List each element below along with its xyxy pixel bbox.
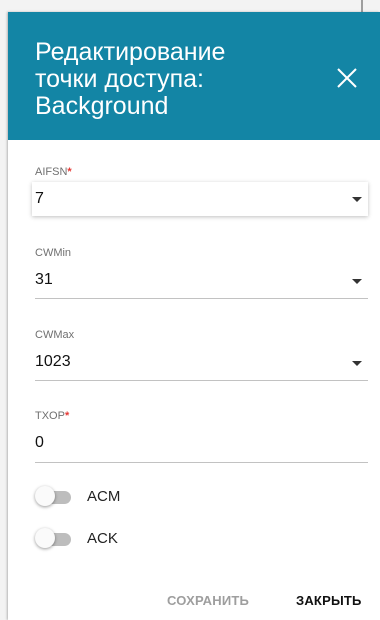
cwmin-field[interactable]: CWMin 31 xyxy=(35,246,368,301)
switch-thumb xyxy=(35,486,55,506)
switch-thumb xyxy=(35,528,55,548)
save-button[interactable]: СОХРАНИТЬ xyxy=(167,592,249,610)
acm-label: ACM xyxy=(87,488,121,505)
chevron-down-icon xyxy=(352,279,362,284)
txop-label: TXOP* xyxy=(35,409,368,423)
close-button[interactable] xyxy=(333,64,361,92)
required-marker: * xyxy=(64,410,70,422)
close-icon xyxy=(337,68,357,88)
aifsn-value: 7 xyxy=(35,190,44,207)
txop-label-text: TXOP xyxy=(35,410,65,422)
aifsn-label-text: AIFSN xyxy=(35,166,68,178)
cwmax-label: CWMax xyxy=(35,329,75,341)
aifsn-field: AIFSN* 7 xyxy=(32,165,368,220)
acm-toggle-row: ACM xyxy=(35,486,235,510)
cwmax-field[interactable]: CWMax 1023 xyxy=(35,328,368,383)
ack-label: ACK xyxy=(87,530,118,547)
txop-field[interactable]: TXOP* 0 xyxy=(35,409,368,464)
txop-value: 0 xyxy=(35,434,44,451)
chevron-down-icon xyxy=(352,361,362,366)
cwmin-label: CWMin xyxy=(35,247,72,259)
chevron-down-icon xyxy=(352,197,362,202)
ack-toggle-row: ACK xyxy=(35,528,235,552)
ack-switch[interactable] xyxy=(35,528,73,550)
required-marker: * xyxy=(67,166,72,178)
cwmin-underline xyxy=(35,298,368,299)
txop-underline xyxy=(35,462,368,463)
cwmin-value: 31 xyxy=(35,271,53,288)
dialog-header: Редактирование точки доступа: Background xyxy=(8,12,380,140)
dialog-title: Редактирование точки доступа: Background xyxy=(35,38,226,120)
aifsn-select[interactable]: 7 xyxy=(32,182,368,216)
cwmax-value: 1023 xyxy=(35,353,71,370)
backdrop-divider xyxy=(361,0,363,12)
aifsn-label: AIFSN* xyxy=(35,165,368,179)
close-dialog-button[interactable]: ЗАКРЫТЬ xyxy=(296,592,362,610)
acm-switch[interactable] xyxy=(35,486,73,508)
cwmax-underline xyxy=(35,380,368,381)
